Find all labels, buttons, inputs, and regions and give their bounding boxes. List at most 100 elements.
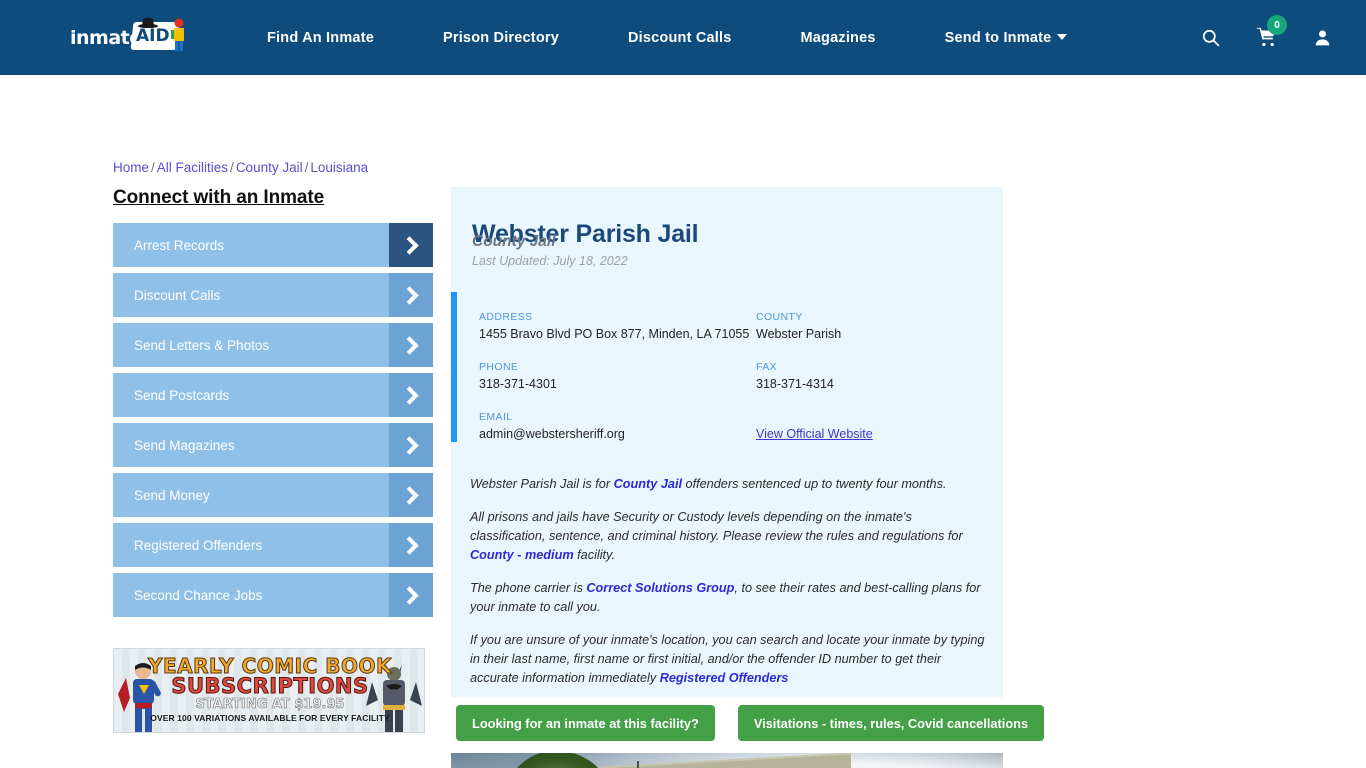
- sidebar-item-label: Send Money: [134, 487, 210, 503]
- email-value: admin@webstersheriff.org: [479, 427, 625, 441]
- nav-item-prison-directory[interactable]: Prison Directory: [443, 30, 559, 46]
- accent-bar: [451, 292, 457, 442]
- ad-subtext-line: OVER 100 VARIATIONS AVAILABLE FOR EVERY …: [150, 713, 390, 723]
- nav-item-send-to-inmate[interactable]: Send to Inmate: [945, 30, 1068, 46]
- description-paragraph-2: All prisons and jails have Security or C…: [470, 508, 987, 565]
- chevron-right-icon: [389, 323, 433, 367]
- view-official-website-link[interactable]: View Official Website: [756, 427, 873, 441]
- chevron-right-icon: [389, 523, 433, 567]
- description-paragraph-1: Webster Parish Jail is for County Jail o…: [470, 475, 987, 494]
- email-cell: EMAIL admin@webstersheriff.org: [479, 392, 756, 442]
- address-cell: ADDRESS 1455 Bravo Blvd PO Box 877, Mind…: [479, 292, 756, 342]
- website-spacer-label: [756, 411, 999, 423]
- address-value: 1455 Bravo Blvd PO Box 877, Minden, LA 7…: [479, 327, 750, 341]
- website-cell: View Official Website: [756, 392, 999, 442]
- ad-price-line: STARTING AT $19.95: [195, 697, 345, 713]
- header-icon-group: 0: [1165, 0, 1332, 75]
- facility-type: County Jail: [472, 233, 556, 250]
- breadcrumb: Home / All Facilities / County Jail / Louisian…: [113, 160, 368, 175]
- main-navigation: Find An Inmate Prison Directory Discount…: [267, 30, 1068, 46]
- sidebar: Connect with an Inmate Arrest Records Di…: [113, 187, 433, 623]
- chevron-down-icon: [1057, 33, 1068, 40]
- fax-label: FAX: [756, 361, 778, 373]
- description-paragraph-3: The phone carrier is Correct Solutions G…: [470, 579, 987, 617]
- chevron-right-icon: [389, 423, 433, 467]
- sidebar-item-label: Second Chance Jobs: [134, 587, 263, 603]
- sidebar-item-label: Arrest Records: [134, 237, 225, 253]
- facility-description: Webster Parish Jail is for County Jail o…: [470, 475, 987, 702]
- facility-photo: [451, 753, 1003, 768]
- sidebar-item-arrest-records[interactable]: Arrest Records: [113, 223, 433, 267]
- site-logo[interactable]: inmate AID: [70, 17, 195, 58]
- email-label: EMAIL: [479, 411, 513, 423]
- address-label: ADDRESS: [479, 311, 533, 323]
- sidebar-item-discount-calls[interactable]: Discount Calls: [113, 273, 433, 317]
- phone-value: 318-371-4301: [479, 377, 557, 391]
- registered-offenders-link[interactable]: Registered Offenders: [660, 671, 789, 685]
- facility-contact-grid: ADDRESS 1455 Bravo Blvd PO Box 877, Mind…: [479, 292, 999, 442]
- facility-action-buttons: Looking for an inmate at this facility? …: [456, 705, 1045, 741]
- desc-p2-text-a: All prisons and jails have Security or C…: [470, 510, 963, 543]
- phone-label: PHONE: [479, 361, 519, 373]
- facility-contact-block: ADDRESS 1455 Bravo Blvd PO Box 877, Mind…: [451, 292, 1003, 442]
- county-value: Webster Parish: [756, 327, 842, 341]
- fax-cell: FAX 318-371-4314: [756, 342, 999, 392]
- looking-for-inmate-button[interactable]: Looking for an inmate at this facility?: [456, 705, 715, 741]
- desc-p3-text-a: The phone carrier is: [470, 581, 587, 595]
- ad-headline-line-2: SUBSCRIPTIONS: [171, 674, 369, 699]
- sidebar-item-send-letters-photos[interactable]: Send Letters & Photos: [113, 323, 433, 367]
- sidebar-item-label: Send Magazines: [134, 437, 235, 453]
- breadcrumb-separator-1: /: [151, 160, 155, 175]
- phone-cell: PHONE 318-371-4301: [479, 342, 756, 392]
- last-updated-text: Last Updated: July 18, 2022: [472, 254, 628, 268]
- cart-count-badge: 0: [1267, 15, 1287, 35]
- sidebar-item-send-postcards[interactable]: Send Postcards: [113, 373, 433, 417]
- county-cell: COUNTY Webster Parish: [756, 292, 999, 342]
- logo-badge-text: AID: [136, 25, 170, 46]
- breadcrumb-item-all-facilities[interactable]: All Facilities: [157, 160, 228, 175]
- county-jail-link[interactable]: County Jail: [614, 477, 682, 491]
- site-header: inmate AID Find An Inmate Prison Directo…: [0, 0, 1366, 75]
- detective-hat-icon: [138, 17, 158, 28]
- fax-value: 318-371-4314: [756, 377, 834, 391]
- mascot-character-icon: [171, 18, 184, 51]
- logo-wordmark: inmate: [70, 26, 142, 49]
- correct-solutions-group-link[interactable]: Correct Solutions Group: [586, 581, 734, 595]
- desc-p2-text-b: facility.: [573, 548, 615, 562]
- cart-icon[interactable]: 0: [1256, 15, 1287, 48]
- user-account-icon[interactable]: [1313, 28, 1332, 47]
- sidebar-title: Connect with an Inmate: [113, 187, 325, 208]
- sidebar-item-send-money[interactable]: Send Money: [113, 473, 433, 517]
- county-label: COUNTY: [756, 311, 803, 323]
- chevron-right-icon: [389, 373, 433, 417]
- sidebar-item-label: Send Postcards: [134, 387, 230, 403]
- description-paragraph-4: If you are unsure of your inmate's locat…: [470, 631, 987, 688]
- nav-item-discount-calls[interactable]: Discount Calls: [628, 30, 732, 46]
- facility-info-card: Webster Parish Jail County Jail Last Upd…: [451, 187, 1003, 697]
- nav-item-find-an-inmate[interactable]: Find An Inmate: [267, 30, 374, 46]
- nav-item-magazines[interactable]: Magazines: [801, 30, 876, 46]
- breadcrumb-item-home[interactable]: Home: [113, 160, 149, 175]
- sidebar-item-label: Discount Calls: [134, 287, 221, 303]
- sidebar-item-second-chance-jobs[interactable]: Second Chance Jobs: [113, 573, 433, 617]
- sidebar-item-label: Send Letters & Photos: [134, 337, 270, 353]
- breadcrumb-separator-3: /: [304, 160, 309, 175]
- county-medium-link[interactable]: County - medium: [470, 548, 574, 562]
- desc-p1-text-a: Webster Parish Jail is for: [470, 477, 614, 491]
- sidebar-item-registered-offenders[interactable]: Registered Offenders: [113, 523, 433, 567]
- photo-antenna: [637, 761, 639, 768]
- chevron-right-icon: [389, 473, 433, 517]
- chevron-right-icon: [389, 273, 433, 317]
- breadcrumb-separator-2: /: [230, 160, 234, 175]
- breadcrumb-item-county-jail[interactable]: County Jail: [236, 160, 303, 175]
- chevron-right-icon: [389, 223, 433, 267]
- comic-book-subscription-ad[interactable]: YEARLY COMIC BOOK SUBSCRIPTIONS STARTING…: [113, 648, 425, 733]
- sidebar-item-label: Registered Offenders: [134, 537, 263, 553]
- visitations-button[interactable]: Visitations - times, rules, Covid cancel…: [737, 705, 1045, 741]
- sidebar-item-send-magazines[interactable]: Send Magazines: [113, 423, 433, 467]
- chevron-right-icon: [389, 573, 433, 617]
- desc-p1-text-b: offenders sentenced up to twenty four mo…: [682, 477, 947, 491]
- breadcrumb-item-louisiana[interactable]: Louisiana: [310, 160, 368, 175]
- nav-item-send-to-inmate-label: Send to Inmate: [944, 29, 1052, 46]
- search-icon[interactable]: [1201, 28, 1220, 47]
